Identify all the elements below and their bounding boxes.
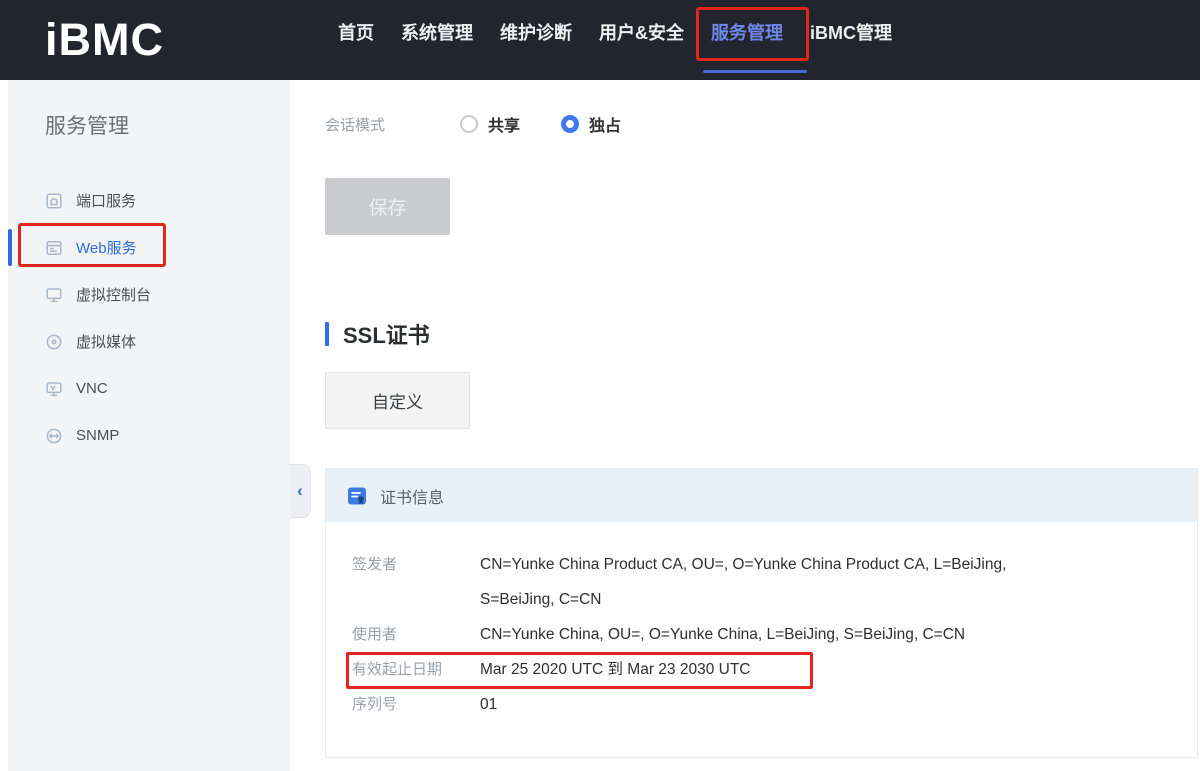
nav-tab-ibmc[interactable]: iBMC管理 xyxy=(810,19,892,45)
certificate-panel: 证书信息 签发者 CN=Yunke China Product CA, OU=,… xyxy=(325,468,1198,758)
nav-tab-maintenance[interactable]: 维护诊断 xyxy=(500,19,572,45)
sidebar-item-snmp[interactable]: SNMP xyxy=(8,412,290,459)
session-mode-label: 会话模式 xyxy=(325,114,460,135)
sidebar-item-web-service[interactable]: Web服务 xyxy=(8,224,290,271)
sidebar-menu: 端口服务 Web服务 虚拟控制台 虚拟媒体 xyxy=(8,177,290,459)
certificate-icon xyxy=(347,486,367,506)
main-nav: 首页 系统管理 维护诊断 用户&安全 服务管理 iBMC管理 xyxy=(338,14,892,50)
sidebar-item-label: SNMP xyxy=(76,427,119,444)
virtual-media-icon xyxy=(45,333,63,351)
radio-option-shared[interactable]: 共享 xyxy=(460,112,520,136)
snmp-icon xyxy=(45,427,63,445)
cert-row-issuer: 签发者 CN=Yunke China Product CA, OU=, O=Yu… xyxy=(352,547,1177,617)
section-accent-bar xyxy=(325,322,329,346)
ssl-section-title: SSL证书 xyxy=(325,318,430,350)
sidebar-item-label: 虚拟媒体 xyxy=(76,331,136,352)
nav-tab-service-active[interactable]: 服务管理 xyxy=(711,19,783,45)
sidebar-item-label: VNC xyxy=(76,380,108,397)
cert-row-serial: 序列号 01 xyxy=(352,687,1177,722)
radio-option-exclusive[interactable]: 独占 xyxy=(561,112,621,136)
radio-unchecked-icon xyxy=(460,115,478,133)
nav-tab-home[interactable]: 首页 xyxy=(338,19,374,45)
certificate-panel-header: 证书信息 xyxy=(326,469,1197,522)
sidebar-item-label: 端口服务 xyxy=(76,190,136,211)
sidebar-item-label: Web服务 xyxy=(76,237,137,258)
certificate-details: 签发者 CN=Yunke China Product CA, OU=, O=Yu… xyxy=(326,522,1197,722)
vnc-icon xyxy=(45,380,63,398)
sidebar-item-label: 虚拟控制台 xyxy=(76,284,151,305)
active-tab-underline xyxy=(703,70,807,73)
sidebar: 服务管理 端口服务 Web服务 虚拟控制台 xyxy=(8,80,290,771)
sidebar-item-virtual-console[interactable]: 虚拟控制台 xyxy=(8,271,290,318)
save-button[interactable]: 保存 xyxy=(325,178,450,235)
virtual-console-icon xyxy=(45,286,63,304)
radio-checked-icon xyxy=(561,115,579,133)
chevron-left-icon: ‹ xyxy=(297,481,303,501)
app-logo: iBMC xyxy=(45,0,164,80)
sidebar-item-port-service[interactable]: 端口服务 xyxy=(8,177,290,224)
topbar: iBMC 首页 系统管理 维护诊断 用户&安全 服务管理 iBMC管理 xyxy=(0,0,1200,80)
cert-row-validity: 有效起止日期 Mar 25 2020 UTC 到 Mar 23 2030 UTC xyxy=(352,652,1177,687)
session-mode-row: 会话模式 共享 独占 xyxy=(325,105,621,143)
certificate-panel-title: 证书信息 xyxy=(380,484,444,508)
customize-button[interactable]: 自定义 xyxy=(325,372,470,429)
sidebar-title: 服务管理 xyxy=(45,110,129,140)
cert-row-subject: 使用者 CN=Yunke China, OU=, O=Yunke China, … xyxy=(352,617,1177,652)
sidebar-collapse-button[interactable]: ‹ xyxy=(290,464,311,518)
nav-tab-system[interactable]: 系统管理 xyxy=(401,19,473,45)
sidebar-item-vnc[interactable]: VNC xyxy=(8,365,290,412)
nav-tab-user-security[interactable]: 用户&安全 xyxy=(599,19,684,45)
port-service-icon xyxy=(45,192,63,210)
main-content: 会话模式 共享 独占 保存 SSL证书 自定义 证书信息 签发者 xyxy=(290,80,1200,771)
web-service-icon xyxy=(45,239,63,257)
sidebar-item-virtual-media[interactable]: 虚拟媒体 xyxy=(8,318,290,365)
